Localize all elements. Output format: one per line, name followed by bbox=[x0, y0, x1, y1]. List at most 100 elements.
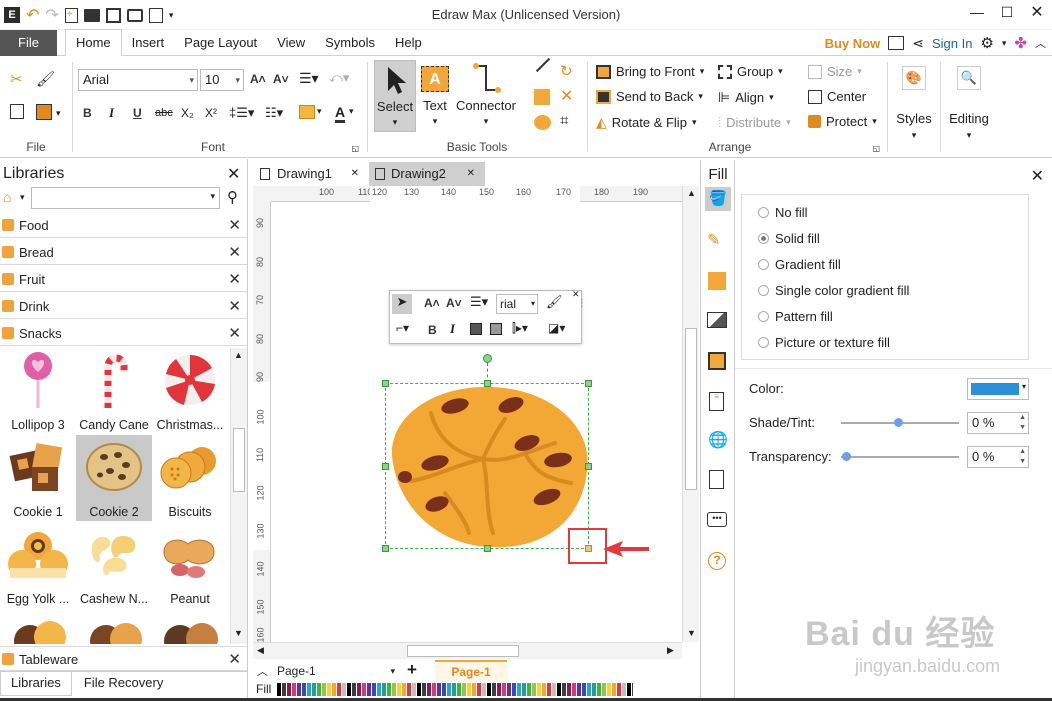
close-icon[interactable]: ✕ bbox=[351, 162, 359, 186]
tab-page-layout[interactable]: Page Layout bbox=[174, 30, 267, 56]
scroll-up-icon[interactable]: ▲ bbox=[687, 188, 696, 198]
layer-icon[interactable] bbox=[708, 352, 726, 370]
shape-chestnut[interactable] bbox=[0, 609, 76, 644]
close-icon[interactable]: ✕ bbox=[228, 324, 241, 342]
radio-button[interactable] bbox=[758, 259, 769, 270]
close-icon[interactable]: ✕ bbox=[228, 216, 241, 234]
slider-thumb[interactable] bbox=[842, 452, 851, 461]
close-icon[interactable]: ✕ bbox=[228, 650, 241, 668]
text-tool-button[interactable]: A Text ▾ bbox=[418, 60, 452, 132]
home-dropdown-icon[interactable]: ▾ bbox=[20, 192, 25, 203]
fill-option-no-fill[interactable]: No fill bbox=[758, 205, 808, 220]
rotate-flip-button[interactable]: ◭ Rotate & Flip ▾ bbox=[596, 114, 696, 131]
scroll-thumb[interactable] bbox=[685, 328, 697, 490]
shadow-icon[interactable] bbox=[708, 272, 726, 290]
slider-thumb[interactable] bbox=[894, 418, 903, 427]
styles-button[interactable]: 🎨 Styles ▾ bbox=[890, 60, 938, 150]
close-icon[interactable]: ✕ bbox=[228, 243, 241, 261]
shade-tint-input[interactable]: 0 % ▲ ▼ bbox=[967, 412, 1029, 434]
shape-mixed-nuts[interactable] bbox=[152, 609, 228, 644]
font-dialog-launcher-icon[interactable]: ◱ bbox=[351, 144, 359, 153]
increase-font-icon[interactable]: A˄ bbox=[250, 72, 266, 86]
select-tool-button[interactable]: Select ▾ bbox=[374, 60, 416, 132]
tab-view[interactable]: View bbox=[267, 30, 315, 56]
cut-icon[interactable]: ✂ bbox=[10, 70, 23, 88]
font-color-dropdown-icon[interactable]: ▾ bbox=[349, 106, 354, 117]
ellipse-tool-icon[interactable] bbox=[534, 115, 551, 130]
fill-option-solid-fill[interactable]: Solid fill bbox=[758, 231, 820, 246]
comment-icon[interactable]: ••• bbox=[707, 512, 727, 527]
decrease-font-icon[interactable]: A˅ bbox=[446, 296, 462, 310]
fill-option-pattern-fill[interactable]: Pattern fill bbox=[758, 309, 833, 324]
text-background-icon[interactable] bbox=[299, 105, 315, 119]
distribute-mini-icon[interactable]: ⫿▸▾ bbox=[512, 321, 528, 336]
home-icon[interactable]: ⌂ bbox=[3, 189, 11, 205]
close-icon[interactable]: ✕ bbox=[1031, 166, 1044, 186]
drawing-canvas[interactable]: ➤ A˄ A˅ ☰▾ rial ▾ 🖌 ✕ ⌐▾ B I ⫿▸▾ ◪▾ ⋮ bbox=[271, 202, 682, 642]
library-category-snacks[interactable]: Snacks ✕ bbox=[0, 321, 247, 346]
scroll-right-icon[interactable]: ▶ bbox=[667, 645, 674, 656]
format-painter-icon[interactable]: 🖌 bbox=[36, 70, 55, 88]
format-painter-icon[interactable]: 🖌 bbox=[546, 294, 563, 310]
radio-button[interactable] bbox=[758, 337, 769, 348]
scroll-thumb[interactable] bbox=[407, 645, 519, 657]
arc-tool-icon[interactable]: ↻ bbox=[560, 62, 573, 80]
close-icon[interactable]: ✕ bbox=[228, 270, 241, 288]
line-spacing-icon[interactable]: ‡☰▾ bbox=[229, 105, 254, 121]
scroll-up-icon[interactable]: ▲ bbox=[234, 350, 243, 360]
bring-to-front-button[interactable]: Bring to Front ▾ bbox=[596, 64, 704, 79]
send-to-back-button[interactable]: Send to Back ▾ bbox=[596, 89, 703, 104]
settings-gear-icon[interactable]: ⚙ bbox=[980, 34, 993, 52]
fill-option-single-color-gradient[interactable]: Single color gradient fill bbox=[758, 283, 909, 298]
library-category-food[interactable]: Food ✕ bbox=[0, 213, 247, 238]
paste-icon[interactable] bbox=[36, 104, 52, 120]
connector-tool-button[interactable]: Connector ▾ bbox=[454, 60, 518, 132]
protect-button[interactable]: Protect ▾ bbox=[808, 114, 877, 129]
bold-icon[interactable]: B bbox=[83, 106, 92, 120]
sign-in-link[interactable]: Sign In bbox=[932, 36, 972, 51]
scroll-down-icon[interactable]: ▼ bbox=[234, 628, 243, 638]
tab-insert[interactable]: Insert bbox=[122, 30, 175, 56]
doc-tab-drawing2[interactable]: Drawing2 ✕ bbox=[369, 162, 485, 186]
libraries-scrollbar[interactable]: ▲ ▼ bbox=[230, 348, 247, 644]
font-name-select[interactable]: Arial ▾ bbox=[78, 69, 198, 91]
text-background-dropdown-icon[interactable]: ▾ bbox=[317, 106, 322, 117]
shape-cookie-1[interactable]: Cookie 1 bbox=[0, 435, 76, 521]
shape-cashew-nuts[interactable]: Cashew N... bbox=[76, 522, 152, 608]
crop-tool-icon[interactable]: ⌗ bbox=[560, 112, 568, 129]
fill-bucket-icon[interactable]: 🪣 bbox=[705, 187, 731, 211]
shape-biscuits[interactable]: Biscuits bbox=[152, 435, 228, 521]
line-tool-icon[interactable] bbox=[535, 57, 551, 73]
floating-font-select[interactable]: rial ▾ bbox=[496, 294, 538, 314]
buy-now-link[interactable]: Buy Now bbox=[825, 36, 881, 51]
increase-font-icon[interactable]: A˄ bbox=[424, 296, 440, 310]
editing-button[interactable]: 🔍 Editing ▾ bbox=[942, 60, 996, 150]
library-category-fruit[interactable]: Fruit ✕ bbox=[0, 267, 247, 292]
close-icon[interactable]: ✕ bbox=[467, 162, 475, 186]
picture-icon[interactable] bbox=[707, 312, 727, 328]
spinner-arrows-icon[interactable]: ▲ ▼ bbox=[1019, 447, 1026, 467]
group-button[interactable]: Group ▾ bbox=[718, 64, 783, 79]
help-icon[interactable]: ? bbox=[708, 552, 726, 570]
bold-icon[interactable]: B bbox=[428, 323, 437, 337]
resize-handle-top[interactable] bbox=[484, 380, 491, 387]
text-align-icon[interactable]: ☰▾ bbox=[299, 70, 319, 87]
radio-button-selected[interactable] bbox=[758, 233, 769, 244]
color-swatches[interactable] bbox=[277, 683, 633, 696]
radio-button[interactable] bbox=[758, 285, 769, 296]
color-picker[interactable]: ▾ bbox=[967, 378, 1029, 400]
resize-handle-top-left[interactable] bbox=[382, 380, 389, 387]
search-icon[interactable]: ⚲ bbox=[227, 188, 238, 206]
library-category-bread[interactable]: Bread ✕ bbox=[0, 240, 247, 265]
italic-icon[interactable]: I bbox=[450, 321, 455, 337]
text-align-icon[interactable]: ☰▾ bbox=[470, 294, 488, 310]
notes-icon[interactable] bbox=[709, 470, 724, 489]
rotation-handle[interactable] bbox=[483, 354, 492, 363]
cursor-arrow-icon[interactable]: ➤ bbox=[392, 294, 412, 314]
italic-icon[interactable]: I bbox=[109, 105, 114, 121]
share-icon[interactable]: ⋖ bbox=[912, 35, 924, 52]
spinner-arrows-icon[interactable]: ▲ ▼ bbox=[1019, 413, 1026, 433]
align-button[interactable]: ⊫ Align ▾ bbox=[718, 89, 774, 106]
strikethrough-icon[interactable]: abc bbox=[155, 107, 173, 119]
canvas-vertical-scrollbar[interactable]: ▲ ▼ bbox=[682, 186, 699, 642]
